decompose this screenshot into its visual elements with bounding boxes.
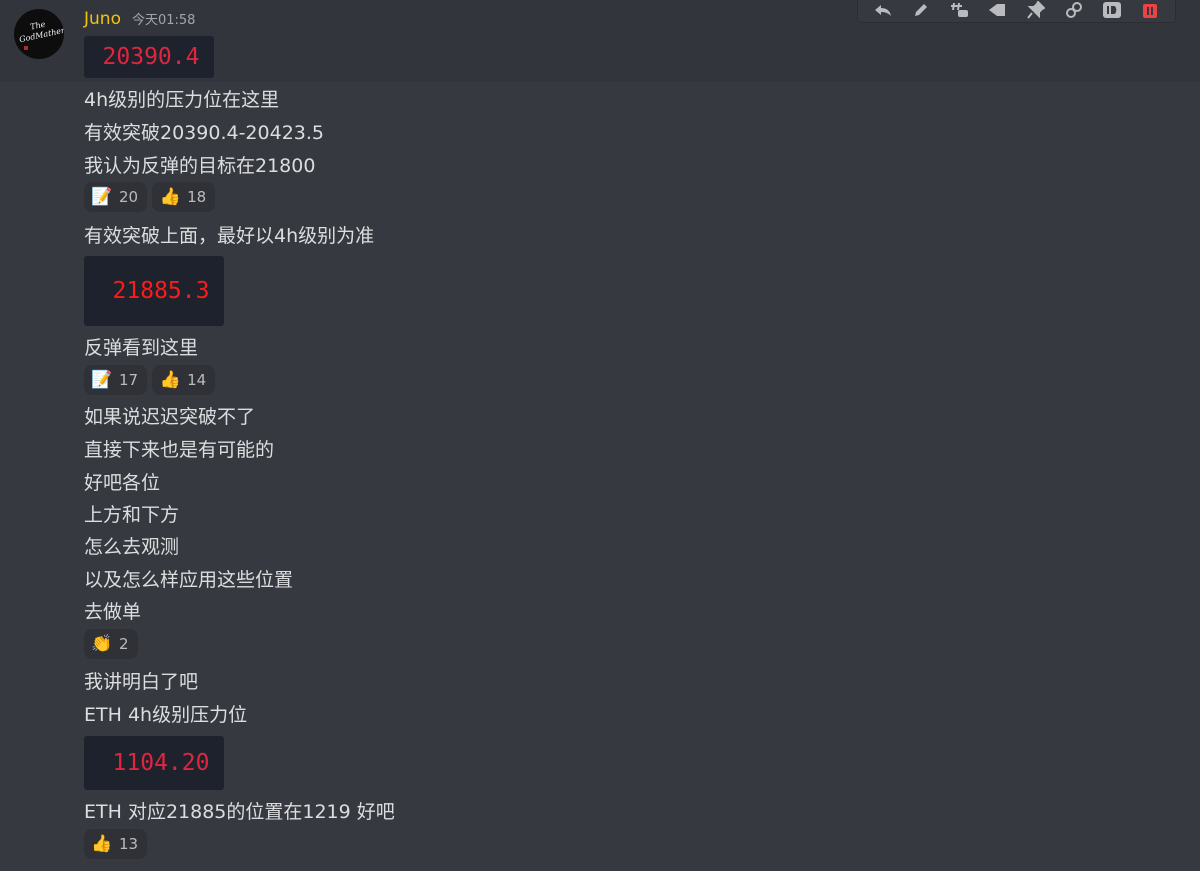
reply-icon[interactable] <box>872 0 894 21</box>
message-line: ETH 对应21885的位置在1219 好吧 <box>84 801 395 823</box>
message-line: 我讲明白了吧 <box>84 671 199 693</box>
clapping-hands-icon: 👏 <box>91 634 113 654</box>
price-chart-image-1[interactable]: 20390.4 <box>84 36 214 78</box>
copy-link-icon[interactable] <box>1063 0 1085 21</box>
price-chart-image-2[interactable]: 21885.3 <box>84 256 224 326</box>
reaction-bar-1: 📝 20 👍 18 <box>84 182 216 212</box>
memo-icon: 📝 <box>91 187 113 207</box>
reaction-count: 20 <box>119 188 139 206</box>
message-line: 如果说迟迟突破不了 <box>84 406 256 428</box>
delete-icon[interactable] <box>1139 0 1161 21</box>
reaction-thumbs-up[interactable]: 👍 13 <box>84 829 148 859</box>
message-line: 有效突破上面，最好以4h级别为准 <box>84 225 375 247</box>
avatar-logo-text: The GodMather <box>18 19 64 45</box>
reaction-icon[interactable] <box>986 0 1008 21</box>
author-name[interactable]: Juno <box>84 9 121 29</box>
reaction-memo[interactable]: 📝 20 <box>84 182 148 212</box>
reaction-count: 18 <box>187 188 207 206</box>
message-line: 反弹看到这里 <box>84 337 199 359</box>
price-label-3: 1104.20 <box>112 750 210 776</box>
reaction-bar-2: 📝 17 👍 14 <box>84 365 216 395</box>
create-thread-icon[interactable] <box>948 0 970 21</box>
message-action-toolbar <box>857 0 1176 23</box>
reaction-thumbs-up[interactable]: 👍 18 <box>152 182 216 212</box>
message-line: 去做单 <box>84 601 142 623</box>
message-line: 好吧各位 <box>84 472 161 494</box>
message-line: 上方和下方 <box>84 504 180 526</box>
memo-icon: 📝 <box>91 370 113 390</box>
message-line: 直接下来也是有可能的 <box>84 439 275 461</box>
reaction-clap[interactable]: 👏 2 <box>84 629 138 659</box>
price-label-2: 21885.3 <box>112 278 210 304</box>
message-line: 以及怎么样应用这些位置 <box>84 569 294 591</box>
reaction-count: 14 <box>187 371 207 389</box>
price-label-1: 20390.4 <box>102 44 200 70</box>
thumbs-up-icon: 👍 <box>159 187 181 207</box>
thumbs-up-icon: 👍 <box>91 834 113 854</box>
reaction-count: 13 <box>119 835 139 853</box>
message-header: Juno 今天01:58 <box>84 9 195 33</box>
message-line: 怎么去观测 <box>84 536 180 558</box>
message-line: ETH 4h级别压力位 <box>84 704 248 726</box>
copy-id-icon[interactable] <box>1101 0 1123 21</box>
message-line: 4h级别的压力位在这里 <box>84 89 280 111</box>
reaction-bar-3: 👏 2 <box>84 629 138 659</box>
price-chart-image-3[interactable]: 1104.20 <box>84 736 224 790</box>
reaction-count: 2 <box>119 635 129 653</box>
reaction-thumbs-up[interactable]: 👍 14 <box>152 365 216 395</box>
pin-icon[interactable] <box>1025 0 1047 21</box>
avatar-red-mark <box>24 46 28 50</box>
reaction-count: 17 <box>119 371 139 389</box>
reaction-memo[interactable]: 📝 17 <box>84 365 148 395</box>
message-line: 我认为反弹的目标在21800 <box>84 155 316 177</box>
edit-icon[interactable] <box>910 0 932 21</box>
user-avatar[interactable]: The GodMather <box>14 9 64 59</box>
message-timestamp[interactable]: 今天01:58 <box>132 9 195 28</box>
message-line: 有效突破20390.4-20423.5 <box>84 122 324 144</box>
thumbs-up-icon: 👍 <box>159 370 181 390</box>
reaction-bar-4: 👍 13 <box>84 829 148 859</box>
